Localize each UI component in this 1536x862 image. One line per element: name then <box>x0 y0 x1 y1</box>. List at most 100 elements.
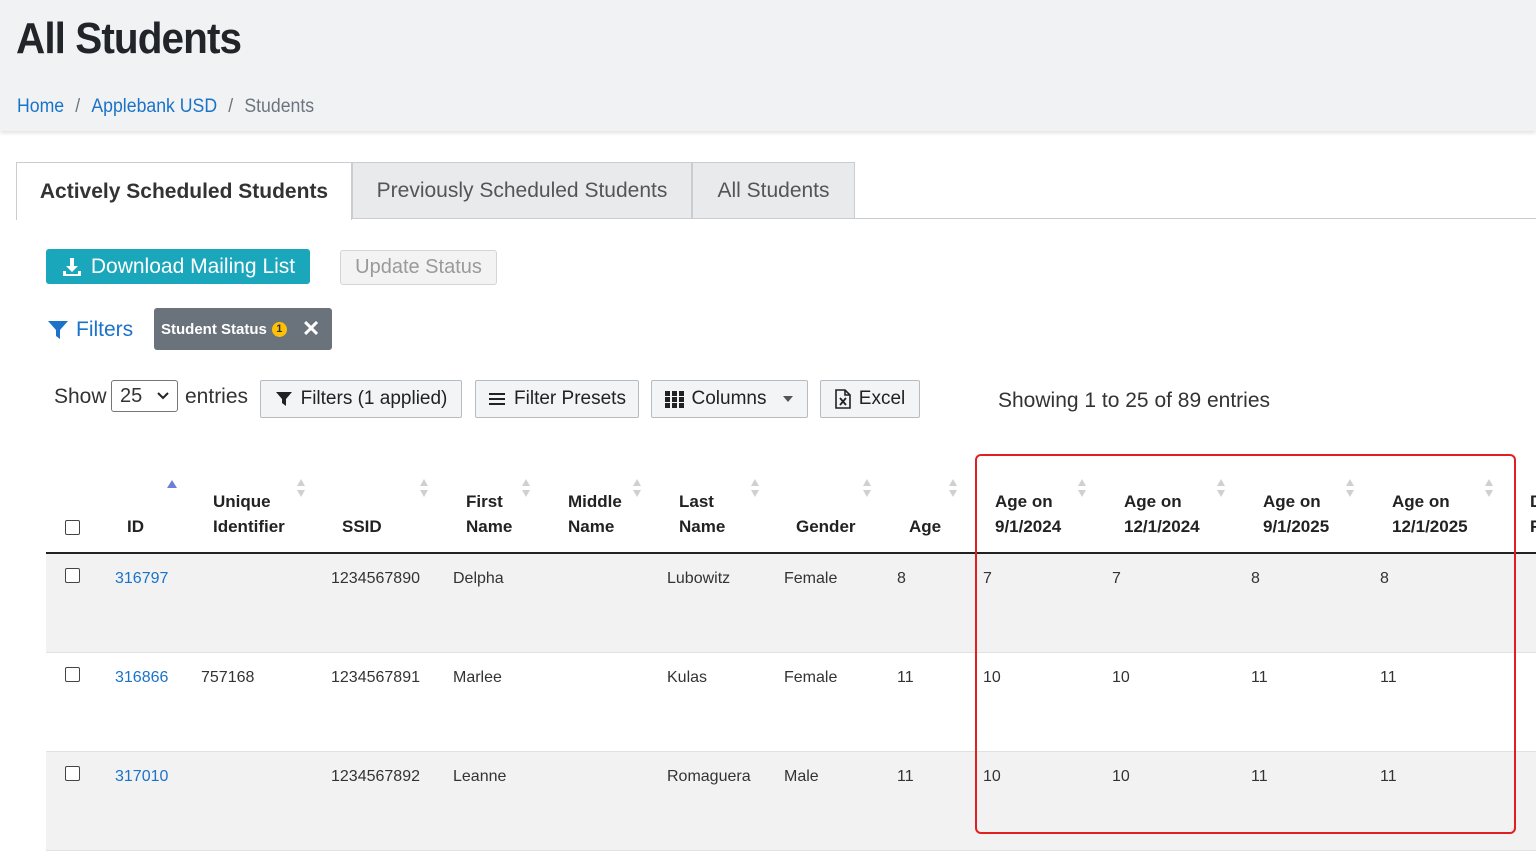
cell-ssid: 1234567892 <box>331 768 420 785</box>
student-id-link[interactable]: 316866 <box>115 669 168 687</box>
entries-per-page-select[interactable]: 25 <box>111 380 178 412</box>
download-button-label: Download Mailing List <box>90 254 296 278</box>
cell-a2: 10 <box>1112 669 1130 686</box>
column-header-line2: F <box>1530 517 1536 536</box>
entries-label: entries <box>185 385 249 408</box>
filter-icon <box>275 392 292 406</box>
filters-toggle[interactable]: Filters <box>47 318 133 342</box>
sort-icon <box>633 479 641 497</box>
cell-a4: 11 <box>1380 669 1397 686</box>
column-header-age[interactable]: Age <box>909 489 941 539</box>
tab-actively-scheduled[interactable]: Actively Scheduled Students <box>16 162 352 220</box>
row-select-checkbox[interactable] <box>65 568 80 583</box>
remove-filter-icon[interactable]: ✕ <box>302 318 320 340</box>
column-header-line2: Name <box>466 517 513 536</box>
cell-a4: 11 <box>1380 768 1397 785</box>
column-header-age_0901_2025[interactable]: Age on 9/1/2025 <box>1263 489 1329 539</box>
column-header-line2: Gender <box>796 517 856 536</box>
sort-icon <box>522 479 530 497</box>
column-header-line2: ID <box>127 517 144 536</box>
table-info: Showing 1 to 25 of 89 entries <box>998 389 1271 412</box>
cell-first: Delpha <box>453 570 504 587</box>
cell-a2: 10 <box>1112 768 1130 785</box>
cell-gender: Female <box>784 570 838 587</box>
column-header-line1 <box>342 489 382 514</box>
column-header-line1: Age on <box>1392 492 1450 511</box>
cell-age: 11 <box>897 669 914 686</box>
filter-presets-button[interactable]: Filter Presets <box>475 380 639 418</box>
column-header-age_0901_2024[interactable]: Age on 9/1/2024 <box>995 489 1061 539</box>
student-id-link[interactable]: 316797 <box>115 570 168 588</box>
excel-file-icon <box>834 389 851 409</box>
columns-label: Columns <box>691 388 767 409</box>
cell-a1: 7 <box>983 570 992 587</box>
column-header-line1: D <box>1530 489 1536 514</box>
select-all-checkbox[interactable] <box>65 520 80 535</box>
sort-ascending-icon <box>167 480 177 488</box>
tab-all-students[interactable]: All Students <box>692 162 855 218</box>
column-header-line1: Middle <box>568 492 622 511</box>
sort-icon <box>1485 479 1493 497</box>
cell-ssid: 1234567891 <box>331 669 420 686</box>
sort-icon <box>949 479 957 497</box>
sort-icon <box>1346 479 1354 497</box>
cell-age: 8 <box>897 570 906 587</box>
breadcrumb-home[interactable]: Home <box>17 96 64 117</box>
filters-label: Filters <box>76 318 134 341</box>
download-icon <box>62 257 81 276</box>
cell-gender: Female <box>784 669 838 686</box>
excel-export-button[interactable]: Excel <box>820 380 920 418</box>
column-header-age_1201_2024[interactable]: Age on 12/1/2024 <box>1124 489 1200 539</box>
column-header-line1: Last <box>679 492 714 511</box>
cell-last: Lubowitz <box>667 570 731 587</box>
column-header-line2: Name <box>568 517 615 536</box>
filters-applied-button[interactable]: Filters (1 applied) <box>260 380 462 418</box>
row-select-checkbox[interactable] <box>65 667 80 682</box>
cell-a1: 10 <box>983 768 1001 785</box>
column-header-last[interactable]: Last Name <box>679 489 725 539</box>
column-header-line1: Unique <box>213 492 271 511</box>
sort-icon <box>751 479 759 497</box>
cell-gender: Male <box>784 768 819 785</box>
filters-applied-label: Filters (1 applied) <box>300 388 448 409</box>
column-header-gender[interactable]: Gender <box>796 489 856 539</box>
entries-select-value: 25 <box>120 384 143 407</box>
sort-icon <box>863 479 871 497</box>
caret-down-icon <box>783 396 794 402</box>
column-header-line2: Name <box>679 517 726 536</box>
cell-age: 11 <box>897 768 914 785</box>
columns-dropdown-button[interactable]: Columns <box>651 380 808 418</box>
cell-last: Kulas <box>667 669 708 686</box>
student-status-filter-chip: Student Status 1 ✕ <box>154 308 332 350</box>
column-header-line1 <box>909 489 941 514</box>
breadcrumb-current: Students <box>244 96 315 117</box>
chip-label: Student Status <box>161 320 267 338</box>
row-select-checkbox[interactable] <box>65 766 80 781</box>
column-header-line2: 12/1/2025 <box>1392 517 1468 536</box>
cell-a1: 10 <box>983 669 1001 686</box>
row-divider <box>46 850 1536 851</box>
column-header-id[interactable]: ID <box>127 489 144 539</box>
column-header-ssid[interactable]: SSID <box>342 489 382 539</box>
chip-count-badge: 1 <box>271 321 287 337</box>
column-header-first[interactable]: First Name <box>466 489 512 539</box>
filter-icon <box>48 321 68 339</box>
column-header-middle[interactable]: Middle Name <box>568 489 622 539</box>
sort-icon <box>1078 479 1086 497</box>
update-status-button[interactable]: Update Status <box>340 250 497 285</box>
download-mailing-list-button[interactable]: Download Mailing List <box>46 249 310 284</box>
breadcrumb-district[interactable]: Applebank USD <box>91 96 217 117</box>
student-id-link[interactable]: 317010 <box>115 768 168 786</box>
column-header-uid[interactable]: Unique Identifier <box>213 489 285 539</box>
column-header-line2: 12/1/2024 <box>1124 517 1200 536</box>
column-header-line1 <box>796 489 856 514</box>
column-header-age_1201_2025[interactable]: Age on 12/1/2025 <box>1392 489 1468 539</box>
excel-label: Excel <box>858 388 906 409</box>
column-header-line2: 9/1/2024 <box>995 517 1062 536</box>
cell-last: Romaguera <box>667 768 751 785</box>
sort-icon <box>297 479 305 497</box>
tab-previously-scheduled[interactable]: Previously Scheduled Students <box>352 162 692 218</box>
column-header-cut[interactable]: DF <box>1530 489 1536 539</box>
filter-presets-label: Filter Presets <box>514 388 626 409</box>
cell-first: Leanne <box>453 768 507 785</box>
